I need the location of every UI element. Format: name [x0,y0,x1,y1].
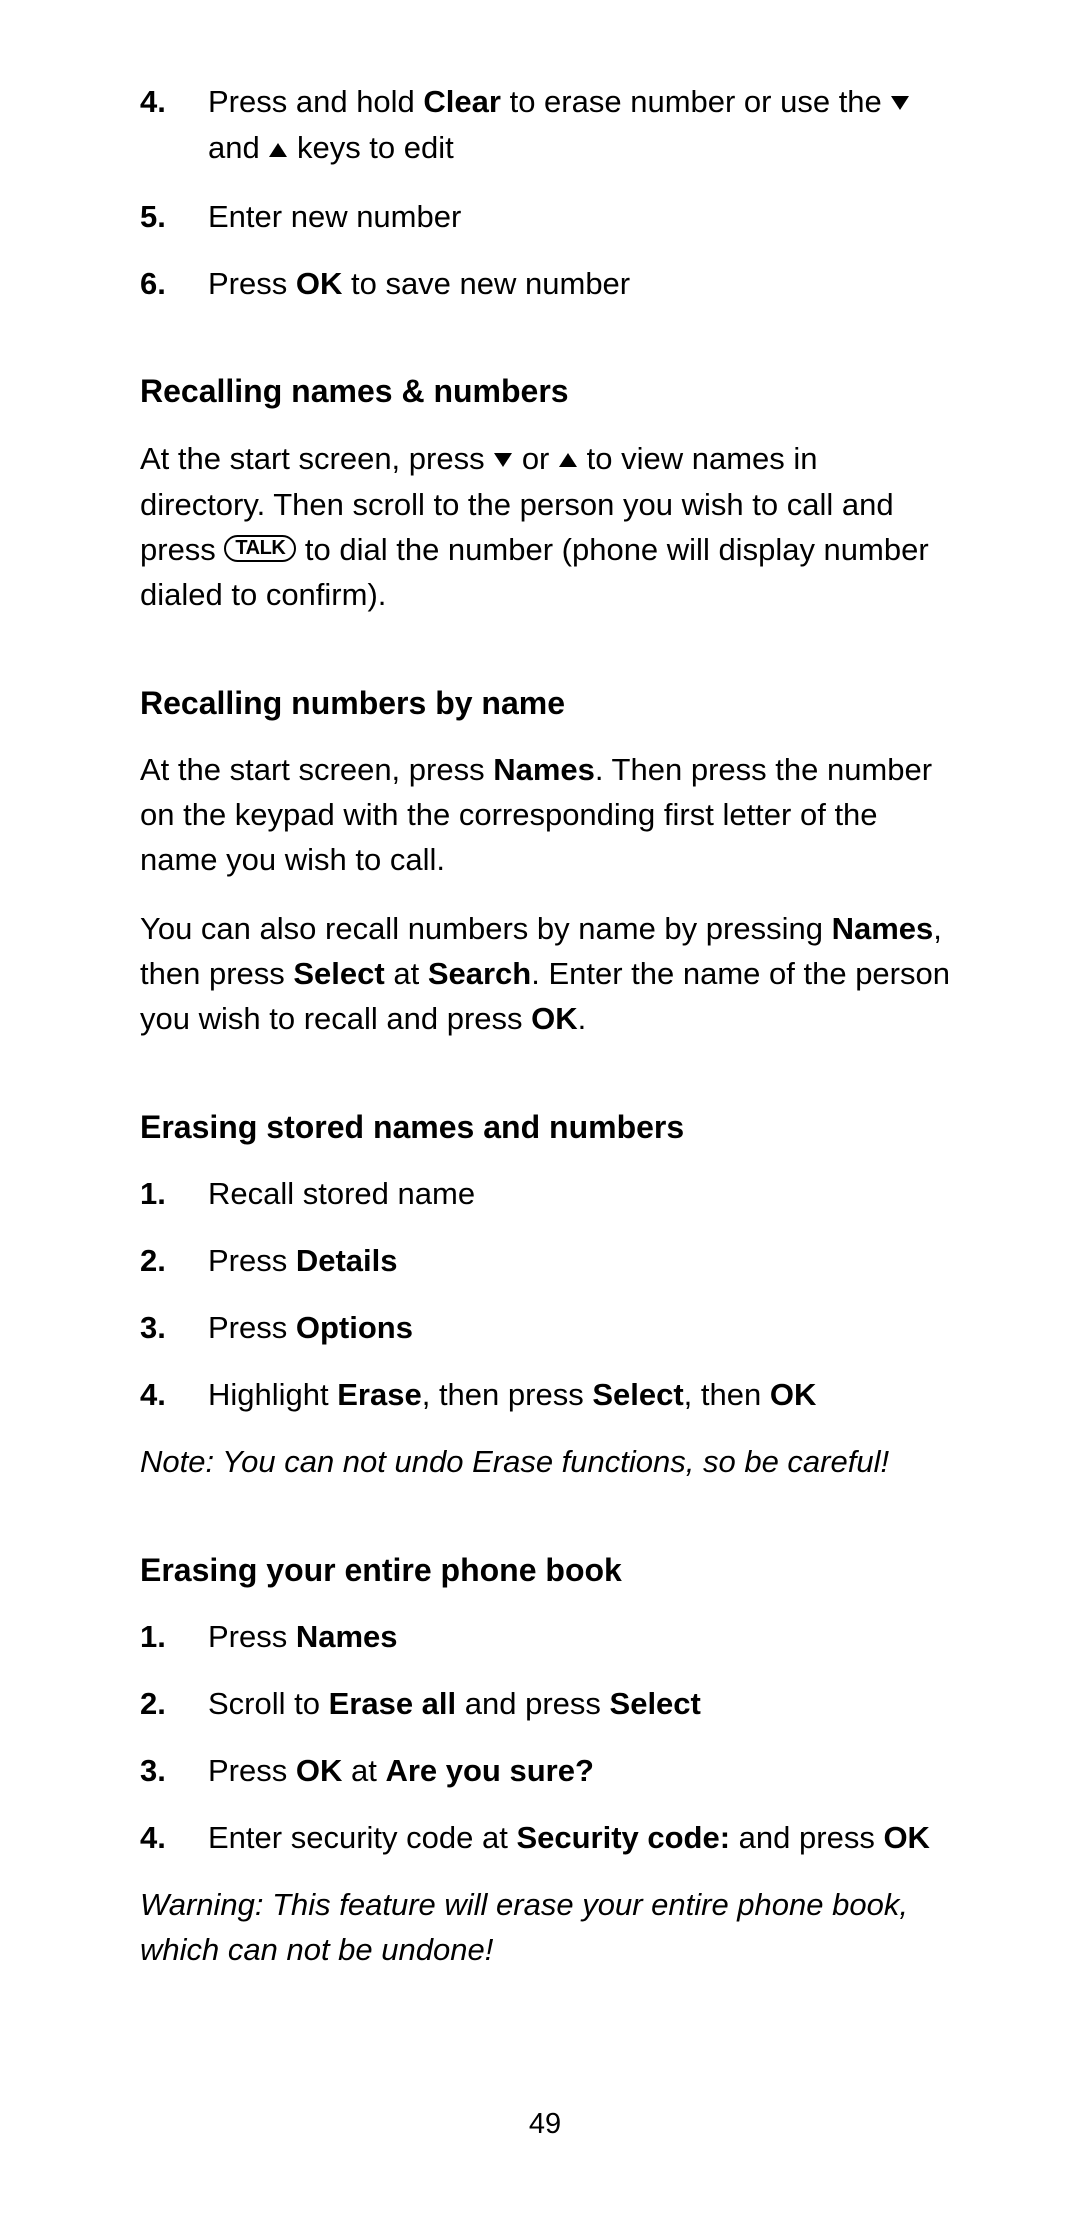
warning-text: Warning: This feature will erase your en… [140,1883,950,1973]
list-item: 4.Highlight Erase, then press Select, th… [140,1373,950,1418]
bold-text: Names [832,911,934,946]
list-text: Recall stored name [208,1172,950,1217]
list-item: 5.Enter new number [140,195,950,240]
bold-text: Options [296,1310,413,1345]
list-text: Press Names [208,1615,950,1660]
talk-button-icon: TALK [224,535,296,562]
bold-text: Select [610,1686,701,1721]
bold-text: Clear [423,84,501,119]
list-text: Scroll to Erase all and press Select [208,1682,950,1727]
section-heading-erasing-entire: Erasing your entire phone book [140,1547,950,1593]
bold-text: OK [296,1753,343,1788]
list-number: 1. [140,1615,208,1660]
list-number: 1. [140,1172,208,1217]
list-item: 4.Press and hold Clear to erase number o… [140,80,950,173]
bold-text: Erase all [329,1686,457,1721]
list-item: 1.Recall stored name [140,1172,950,1217]
bold-text: OK [883,1820,930,1855]
list-number: 4. [140,80,208,173]
bold-text: OK [770,1377,817,1412]
bold-text: Are you sure? [385,1753,593,1788]
list-text: Press OK at Are you sure? [208,1749,950,1794]
paragraph: You can also recall numbers by name by p… [140,907,950,1042]
page-number: 49 [140,2103,950,2145]
bold-text: OK [296,266,343,301]
list-number: 2. [140,1682,208,1727]
list-text: Press and hold Clear to erase number or … [208,80,950,173]
list-text: Press OK to save new number [208,262,950,307]
note-text: Note: You can not undo Erase functions, … [140,1440,950,1485]
list-number: 6. [140,262,208,307]
bold-text: Security code: [516,1820,730,1855]
section-heading-recalling-names-numbers: Recalling names & numbers [140,368,950,414]
bold-text: Search [428,956,531,991]
section-heading-recalling-numbers-by-name: Recalling numbers by name [140,680,950,726]
list-item: 4.Enter security code at Security code: … [140,1816,950,1861]
list-item: 3.Press Options [140,1306,950,1351]
list-number: 4. [140,1816,208,1861]
bold-text: Names [296,1619,398,1654]
list-text: Enter security code at Security code: an… [208,1816,950,1861]
paragraph: At the start screen, press Names. Then p… [140,748,950,883]
ordered-list-1: 4.Press and hold Clear to erase number o… [140,80,950,306]
bold-text: Erase [337,1377,421,1412]
ordered-list-3: 1.Press Names2.Scroll to Erase all and p… [140,1615,950,1861]
list-item: 2.Press Details [140,1239,950,1284]
triangle-up-icon [558,436,578,481]
list-item: 1.Press Names [140,1615,950,1660]
bold-text: OK [531,1001,578,1036]
list-number: 4. [140,1373,208,1418]
list-number: 5. [140,195,208,240]
section-heading-erasing-stored: Erasing stored names and numbers [140,1104,950,1150]
bold-text: Details [296,1243,398,1278]
list-number: 3. [140,1306,208,1351]
triangle-up-icon [268,126,288,171]
list-number: 3. [140,1749,208,1794]
list-text: Press Options [208,1306,950,1351]
bold-text: Select [592,1377,683,1412]
list-item: 3.Press OK at Are you sure? [140,1749,950,1794]
bold-text: Names [493,752,595,787]
list-text: Press Details [208,1239,950,1284]
triangle-down-icon [890,79,910,124]
list-item: 6.Press OK to save new number [140,262,950,307]
list-item: 2.Scroll to Erase all and press Select [140,1682,950,1727]
list-number: 2. [140,1239,208,1284]
list-text: Enter new number [208,195,950,240]
list-text: Highlight Erase, then press Select, then… [208,1373,950,1418]
bold-text: Select [293,956,384,991]
triangle-down-icon [493,436,513,481]
ordered-list-2: 1.Recall stored name2.Press Details3.Pre… [140,1172,950,1418]
paragraph: At the start screen, press or to view na… [140,437,950,618]
